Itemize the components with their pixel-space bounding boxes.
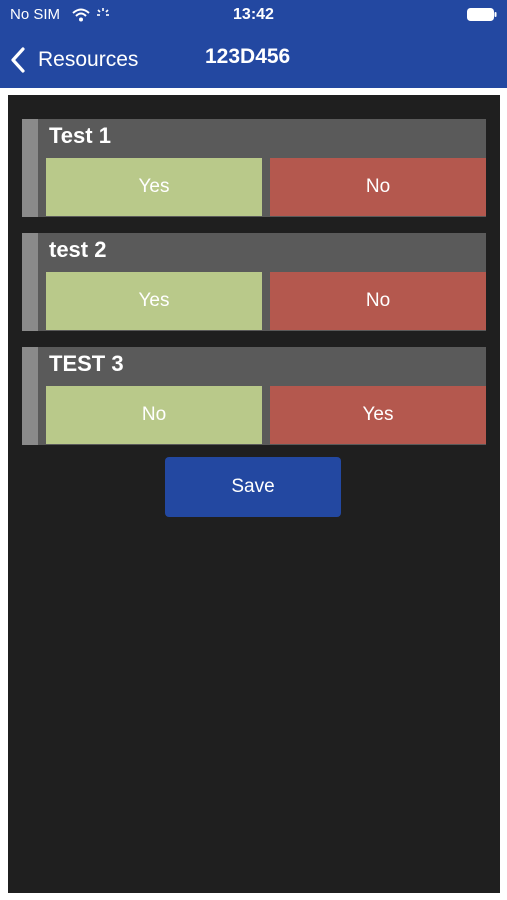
question-card-1: Test 1 Yes No — [22, 119, 486, 217]
question-label: Test 1 — [49, 123, 111, 148]
answer-option-button[interactable]: Yes — [270, 386, 486, 444]
answer-option-button[interactable]: Yes — [46, 272, 262, 330]
question-label: test 2 — [49, 237, 107, 262]
card-accent — [22, 119, 38, 217]
content-area: Test 1 Yes No test 2 Yes No TEST 3 No Ye… — [8, 95, 500, 893]
chevron-left-icon — [11, 47, 25, 73]
answer-option-button[interactable]: Yes — [46, 158, 262, 216]
battery-icon — [467, 8, 497, 21]
status-time: 13:42 — [233, 6, 274, 23]
navigation-bar: Resources 123D456 — [0, 36, 507, 84]
question-card-2: test 2 Yes No — [22, 233, 486, 331]
question-card-3: TEST 3 No Yes — [22, 347, 486, 445]
save-button[interactable]: Save — [165, 457, 341, 517]
card-accent — [22, 233, 38, 331]
back-button[interactable]: Resources — [10, 40, 138, 80]
answer-option-button[interactable]: No — [270, 272, 486, 330]
question-label: TEST 3 — [49, 351, 124, 376]
page-title: 123D456 — [205, 45, 291, 68]
status-bar: No SIM 13:42 — [0, 0, 507, 30]
top-bar: No SIM 13:42 Resources 123D456 — [0, 0, 507, 88]
answer-option-button[interactable]: No — [46, 386, 262, 444]
card-accent — [22, 347, 38, 445]
answer-option-button[interactable]: No — [270, 158, 486, 216]
back-button-label: Resources — [38, 48, 139, 71]
